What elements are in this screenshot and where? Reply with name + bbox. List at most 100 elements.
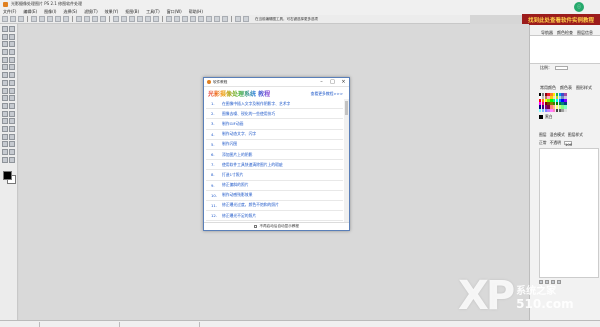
- more-tutorials-link[interactable]: 查看更多教程>>>: [311, 91, 343, 97]
- sharpen-icon[interactable]: [206, 16, 212, 22]
- minimize-icon[interactable]: –: [316, 79, 327, 85]
- tab-layer-info[interactable]: 图层信息: [577, 30, 593, 35]
- tutorial-item-title[interactable]: 修正偏斜的照片: [222, 182, 249, 188]
- palette-swatch[interactable]: [564, 108, 567, 112]
- quick-mask-icon[interactable]: [8, 156, 15, 163]
- save-icon[interactable]: [18, 16, 24, 22]
- gradient-icon[interactable]: [1, 79, 8, 86]
- smudge-icon[interactable]: [8, 125, 15, 132]
- eyedropper-icon[interactable]: [1, 118, 8, 125]
- crop-tool-icon[interactable]: [8, 41, 15, 48]
- tutorial-item[interactable]: 11. 修正曝光过度，颜色不饱和的照片: [206, 201, 343, 212]
- copy-icon[interactable]: [55, 16, 61, 22]
- menu-window[interactable]: 窗口(W): [167, 9, 182, 15]
- blur-tool-icon[interactable]: [8, 79, 15, 86]
- curves-icon[interactable]: [198, 16, 204, 22]
- tutorial-item-title[interactable]: 添加图片上的阴影: [222, 152, 252, 158]
- tutorial-item-title[interactable]: 在图像中插入文字及制作阴影字、艺术字: [222, 101, 290, 107]
- tutorial-item-title[interactable]: 使用软件工具快速清除图片上的瑕疵: [222, 162, 283, 168]
- dodge-icon[interactable]: [1, 87, 8, 94]
- tab-navigator[interactable]: 导航器: [541, 30, 553, 35]
- crop-icon[interactable]: [145, 16, 151, 22]
- hand-icon[interactable]: [1, 133, 8, 140]
- fit-icon[interactable]: [92, 16, 98, 22]
- tutorial-item[interactable]: 3. 制作GIF动画: [206, 119, 343, 130]
- shape-icon[interactable]: [8, 102, 15, 109]
- open-file-icon[interactable]: [10, 16, 16, 22]
- cut-icon[interactable]: [47, 16, 53, 22]
- hue-icon[interactable]: [182, 16, 188, 22]
- tutorial-item[interactable]: 10. 制作动感残影效果: [206, 191, 343, 201]
- tab-color-table[interactable]: 颜色表: [560, 85, 572, 91]
- pencil-icon[interactable]: [8, 56, 15, 63]
- menu-select[interactable]: 选择(S): [63, 9, 77, 15]
- levels-icon[interactable]: [190, 16, 196, 22]
- new-file-icon[interactable]: [2, 16, 8, 22]
- scrollbar-thumb[interactable]: [345, 101, 348, 115]
- tutorial-item[interactable]: 5. 制作闪图: [206, 140, 343, 150]
- maximize-icon[interactable]: □: [327, 79, 338, 85]
- tutorial-item[interactable]: 1. 在图像中插入文字及制作阴影字、艺术字: [206, 99, 343, 110]
- blend-mode-select[interactable]: 正常: [539, 140, 547, 146]
- eraser-icon[interactable]: [1, 72, 8, 79]
- warp-icon[interactable]: [1, 141, 8, 148]
- tutorial-item[interactable]: 8. 打造1寸照片: [206, 170, 343, 181]
- rect-select-icon[interactable]: [8, 26, 15, 32]
- tutorial-scrollbar[interactable]: [344, 99, 349, 223]
- tab-layer-style[interactable]: 图层样式: [568, 132, 583, 138]
- measure-icon[interactable]: [8, 118, 15, 125]
- burn-icon[interactable]: [8, 87, 15, 94]
- path-select-icon[interactable]: [1, 102, 8, 109]
- rotate-left-icon[interactable]: [113, 16, 119, 22]
- rounded-rect-icon[interactable]: [8, 110, 15, 117]
- tutorial-item[interactable]: 12. 修正曝光不足的照片: [206, 211, 343, 222]
- tutorial-item-title[interactable]: 制作动态文字、闪字: [222, 131, 256, 137]
- zoom-input[interactable]: [555, 66, 568, 70]
- menu-filter[interactable]: 滤镜(T): [84, 9, 98, 15]
- brush-icon[interactable]: [1, 56, 8, 63]
- flip-horizontal-icon[interactable]: [129, 16, 135, 22]
- zoom-tool-icon[interactable]: [8, 133, 15, 140]
- tutorial-item-title[interactable]: 制作闪图: [222, 141, 237, 147]
- tab-layers[interactable]: 图层: [539, 132, 547, 138]
- menu-image[interactable]: 图像(I): [44, 9, 56, 15]
- opacity-input[interactable]: 100: [563, 141, 572, 147]
- heal-icon[interactable]: [8, 49, 15, 56]
- tab-common-colors[interactable]: 常用颜色: [540, 85, 556, 91]
- tutorial-item-title[interactable]: 打造1寸照片: [222, 172, 243, 178]
- menu-edit[interactable]: 编辑(E): [23, 9, 37, 15]
- foreground-color-swatch[interactable]: [2, 171, 12, 181]
- zoom-out-icon[interactable]: [84, 16, 90, 22]
- history-brush-icon[interactable]: [8, 64, 15, 71]
- mask-icon[interactable]: [1, 156, 8, 163]
- star-icon[interactable]: [1, 149, 8, 155]
- tutorial-item[interactable]: 9. 修正偏斜的照片: [206, 181, 343, 191]
- line-icon[interactable]: [1, 110, 8, 117]
- magic-wand-icon[interactable]: [1, 41, 8, 48]
- resize-icon[interactable]: [153, 16, 159, 22]
- tutorial-item[interactable]: 7. 使用软件工具快速清除图片上的瑕疵: [206, 160, 343, 171]
- text-tool-icon[interactable]: [8, 95, 15, 102]
- menu-help[interactable]: 帮助(H): [189, 9, 203, 15]
- contrast-icon[interactable]: [174, 16, 180, 22]
- zoom-in-icon[interactable]: [76, 16, 82, 22]
- ellipse-select-icon[interactable]: [1, 33, 8, 40]
- tab-color-check[interactable]: 颜色检查: [557, 30, 573, 35]
- rotate-right-icon[interactable]: [121, 16, 127, 22]
- menu-effect[interactable]: 效果(Y): [105, 9, 119, 15]
- brightness-icon[interactable]: [166, 16, 172, 22]
- no-auto-show-checkbox[interactable]: [253, 224, 258, 229]
- tutorial-item[interactable]: 4. 制作动态文字、闪字: [206, 130, 343, 140]
- pen-icon[interactable]: [1, 95, 8, 102]
- menu-file[interactable]: 文件(F): [3, 9, 16, 15]
- fill-bucket-icon[interactable]: [8, 72, 15, 79]
- black-swatch[interactable]: [539, 115, 543, 119]
- tutorial-item-title[interactable]: 修正曝光过度，颜色不饱和的照片: [222, 202, 279, 208]
- tab-shape-style[interactable]: 图形样式: [576, 85, 592, 91]
- tab-blend-mode[interactable]: 混合模式: [550, 132, 565, 138]
- red-eye-icon[interactable]: [1, 125, 8, 132]
- menu-matting[interactable]: 抠图(B): [125, 9, 139, 15]
- text-icon[interactable]: [222, 16, 228, 22]
- help-icon[interactable]: [243, 16, 249, 22]
- tutorial-item[interactable]: 2. 图像去噪、锐化的一些使用技巧: [206, 109, 343, 120]
